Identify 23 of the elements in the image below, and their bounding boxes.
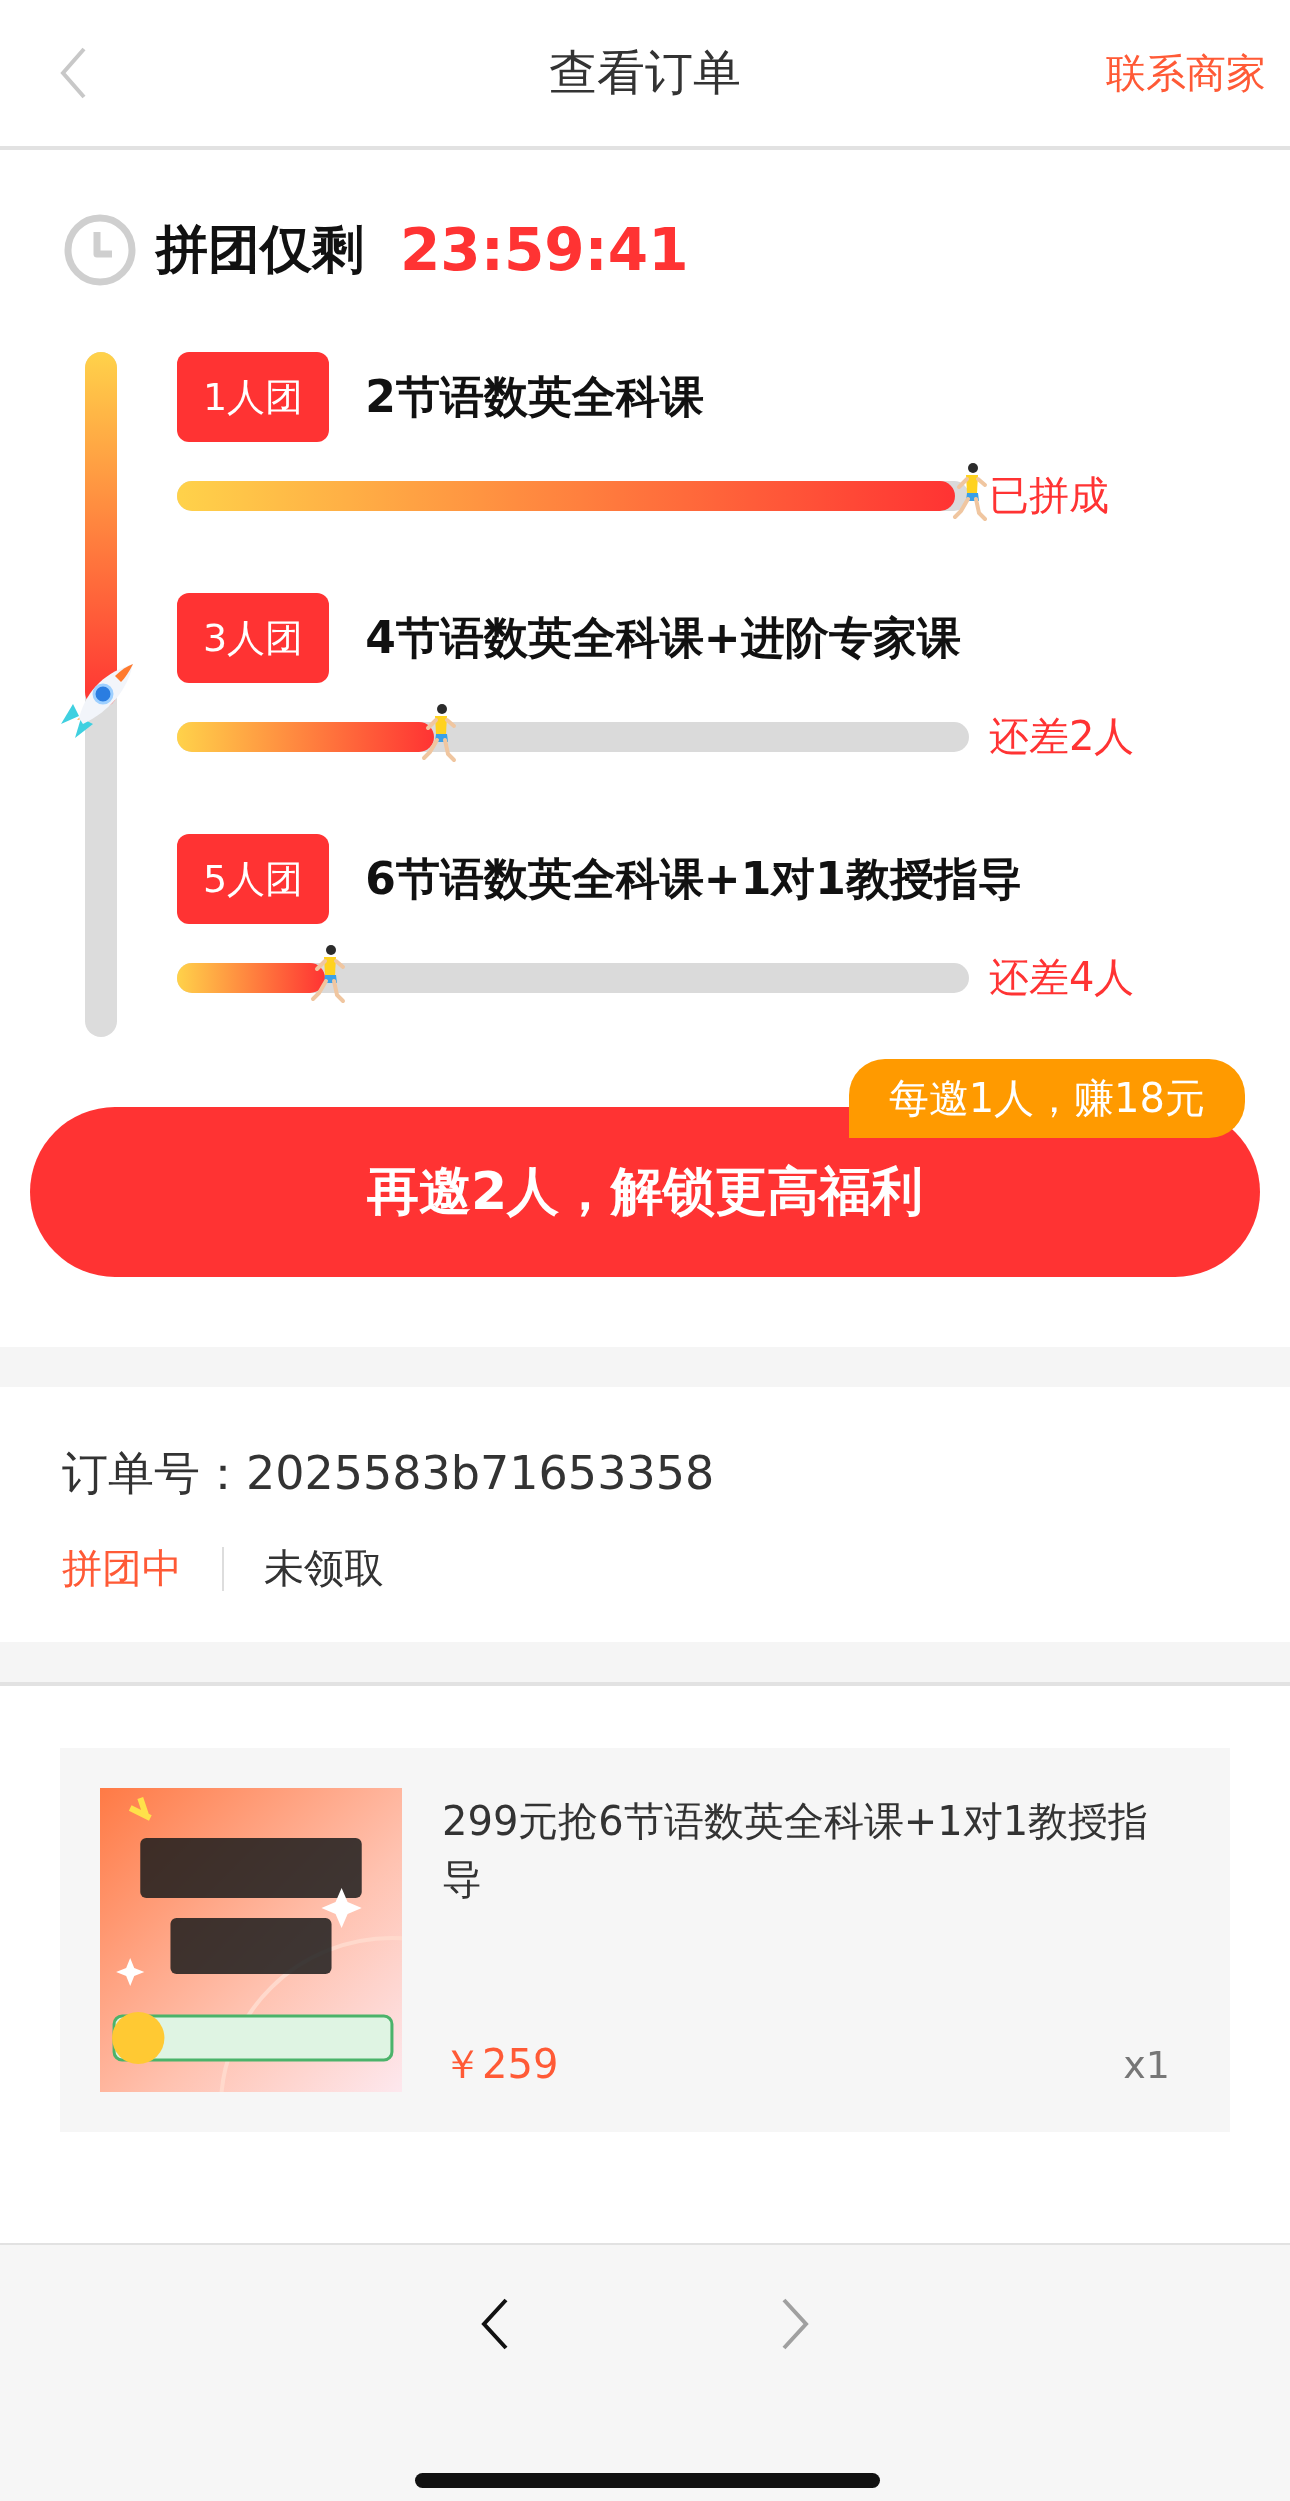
- product-price: ￥259: [442, 2040, 559, 2089]
- tier-reward-text: 4节语数英全科课+进阶专家课: [365, 610, 961, 665]
- clock-icon: [64, 214, 136, 286]
- reward-tag: 每邀1人，赚18元: [848, 1059, 1245, 1138]
- countdown-label: 拼团仅剩: [156, 218, 364, 281]
- page-title: 查看订单: [549, 43, 741, 102]
- group-status-text: 拼团中: [62, 1544, 182, 1593]
- countdown-time: 23:59:41: [400, 216, 689, 284]
- order-number: 订单号：2025583b71653358: [62, 1445, 716, 1502]
- product-quantity: x1: [1123, 2042, 1170, 2087]
- back-icon[interactable]: [480, 2297, 510, 2351]
- product-card[interactable]: 299元抢6节语数英全科课+1对1教授指导 ￥259 x1: [60, 1748, 1230, 2132]
- group-size-badge: 5人团: [177, 834, 330, 924]
- tier-status-text: 还差2人: [989, 712, 1135, 761]
- group-size-badge: 1人团: [177, 352, 330, 442]
- tier-status-text: 已拼成: [989, 471, 1109, 520]
- group-size-badge: 3人团: [177, 593, 330, 683]
- tier-status-text: 还差4人: [989, 953, 1135, 1002]
- tier-reward-text: 2节语数英全科课: [365, 369, 704, 424]
- contact-merchant-link[interactable]: 联系商家: [1106, 45, 1266, 101]
- claim-status-text: 未领取: [264, 1544, 384, 1593]
- tier-reward-text: 6节语数英全科课+1对1教授指导: [365, 851, 1022, 906]
- product-title: 299元抢6节语数英全科课+1对1教授指导: [442, 1797, 1150, 1904]
